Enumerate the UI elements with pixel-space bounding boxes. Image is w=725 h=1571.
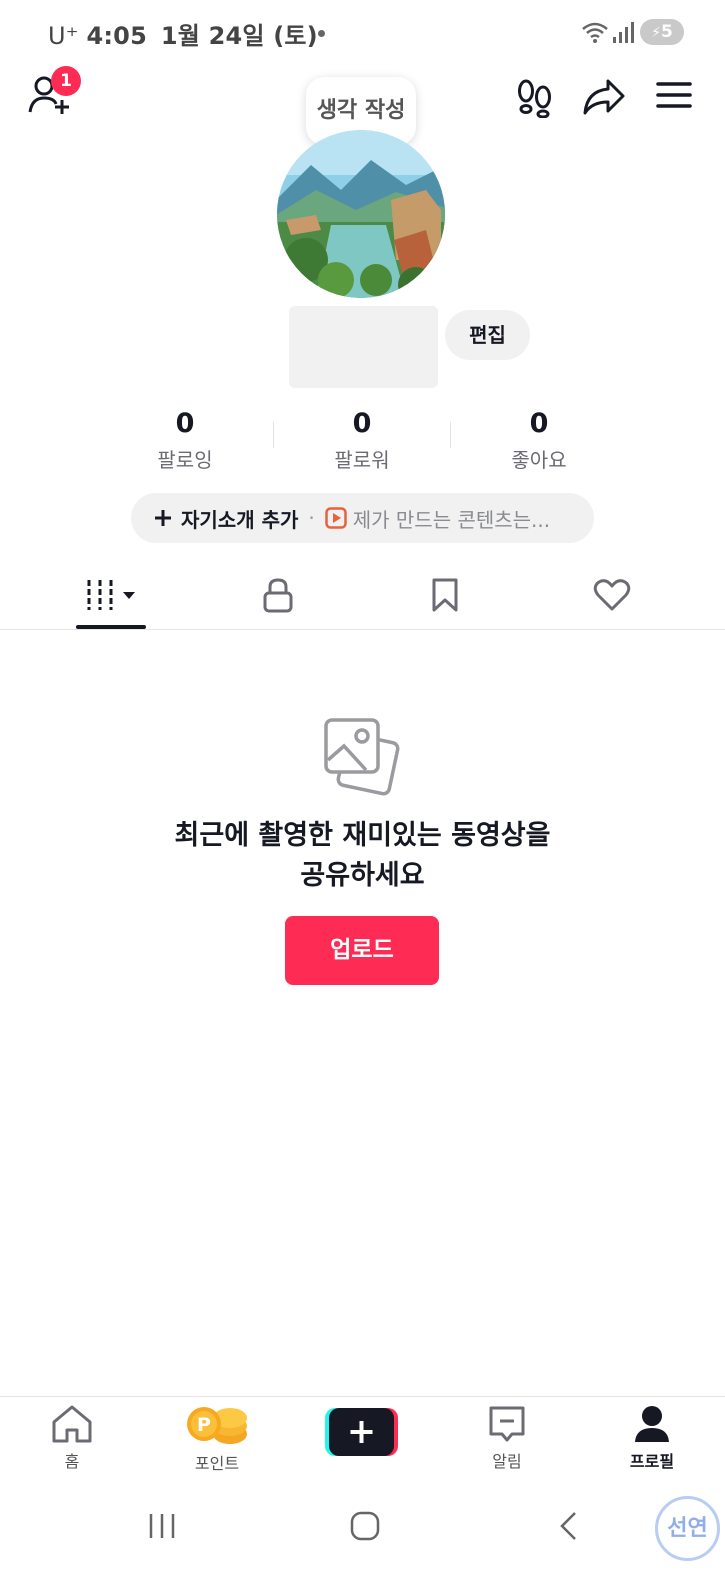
upload-button[interactable]: 업로드 bbox=[285, 916, 439, 985]
plus-icon bbox=[155, 510, 171, 526]
svg-text:P: P bbox=[197, 1414, 211, 1436]
followers-count: 0 bbox=[352, 408, 372, 439]
notification-badge: 1 bbox=[51, 66, 81, 96]
profile-avatar[interactable] bbox=[276, 130, 446, 298]
videos-grid-icon bbox=[87, 580, 135, 610]
bio-promo-text: 제가 만드는 콘텐츠는... bbox=[352, 507, 551, 532]
empty-state-title: 최근에 촬영한 재미있는 동영상을 공유하세요 bbox=[0, 816, 725, 896]
battery-charging-icon: ⚡ bbox=[651, 25, 661, 41]
tab-videos[interactable] bbox=[41, 562, 181, 628]
nav-profile-label: 프로필 bbox=[629, 1452, 675, 1471]
nav-profile[interactable]: 프로필 bbox=[592, 1404, 712, 1484]
following-count: 0 bbox=[175, 408, 195, 439]
home-icon bbox=[52, 1405, 92, 1443]
signal-icon bbox=[613, 22, 634, 43]
nav-points[interactable]: P 포인트 bbox=[157, 1404, 277, 1484]
stat-divider bbox=[450, 422, 451, 448]
video-play-icon bbox=[324, 507, 347, 529]
nav-points-label: 포인트 bbox=[194, 1454, 240, 1473]
battery-indicator: ⚡5 bbox=[640, 19, 684, 45]
battery-level: 5 bbox=[661, 22, 673, 42]
profile-icon bbox=[635, 1406, 669, 1442]
inbox-icon bbox=[489, 1406, 525, 1442]
status-date: 1월 24일 (토) bbox=[160, 22, 318, 50]
menu-icon[interactable] bbox=[656, 80, 692, 110]
likes-label: 좋아요 bbox=[511, 448, 567, 472]
lock-icon bbox=[263, 578, 293, 613]
stat-divider bbox=[273, 422, 274, 448]
following-label: 팔로잉 bbox=[157, 448, 213, 472]
notification-dot bbox=[318, 30, 325, 37]
carrier-label: U⁺ bbox=[48, 22, 79, 50]
back-icon[interactable] bbox=[556, 1510, 580, 1542]
empty-title-line1: 최근에 촬영한 재미있는 동영상을 bbox=[174, 820, 551, 851]
home-system-icon[interactable] bbox=[349, 1510, 381, 1542]
followers-stat[interactable]: 0 팔로워 bbox=[292, 408, 432, 473]
wifi-icon bbox=[582, 22, 608, 43]
bookmark-icon bbox=[432, 578, 458, 612]
recent-apps-icon[interactable] bbox=[147, 1512, 177, 1540]
likes-stat[interactable]: 0 좋아요 bbox=[469, 408, 609, 473]
heart-icon bbox=[593, 579, 631, 611]
nav-inbox-label: 알림 bbox=[492, 1452, 522, 1471]
nav-home[interactable]: 홈 bbox=[12, 1404, 132, 1484]
bio-separator: · bbox=[308, 506, 315, 530]
empty-title-line2: 공유하세요 bbox=[300, 860, 425, 891]
nav-inbox[interactable]: 알림 bbox=[447, 1404, 567, 1484]
tabs-divider bbox=[0, 629, 725, 630]
add-bio-pill[interactable]: 자기소개 추가 · 제가 만드는 콘텐츠는... bbox=[131, 493, 594, 543]
footprints-icon[interactable] bbox=[515, 78, 555, 118]
tab-saved[interactable] bbox=[375, 562, 515, 628]
photo-stack-icon bbox=[324, 718, 400, 796]
share-icon[interactable] bbox=[582, 77, 626, 117]
watermark-stamp: 선연 bbox=[655, 1496, 720, 1561]
status-time: 4:05 bbox=[86, 22, 147, 50]
edit-profile-button[interactable]: 편집 bbox=[445, 310, 530, 360]
status-bar: U⁺ 4:05 1월 24일 (토) ⚡5 bbox=[0, 0, 725, 64]
status-time-date: U⁺ 4:05 1월 24일 (토) bbox=[48, 16, 318, 51]
followers-label: 팔로워 bbox=[334, 448, 390, 472]
likes-count: 0 bbox=[529, 408, 549, 439]
username-placeholder bbox=[289, 306, 438, 388]
following-stat[interactable]: 0 팔로잉 bbox=[115, 408, 255, 473]
points-coin-icon: P bbox=[187, 1407, 247, 1444]
nav-home-label: 홈 bbox=[64, 1452, 80, 1471]
tab-liked[interactable] bbox=[542, 562, 682, 628]
tab-private[interactable] bbox=[208, 562, 348, 628]
add-bio-label: 자기소개 추가 bbox=[181, 507, 299, 532]
create-button[interactable] bbox=[325, 1408, 398, 1456]
bottom-nav-divider bbox=[0, 1396, 725, 1397]
